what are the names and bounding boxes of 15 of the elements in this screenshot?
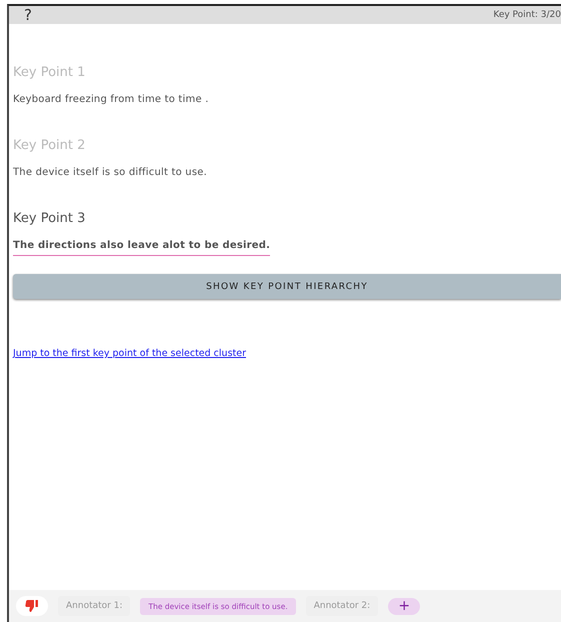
help-icon[interactable]: ? xyxy=(24,6,32,24)
key-point-title: Key Point 2 xyxy=(13,138,86,153)
key-point-title: Key Point 1 xyxy=(13,65,86,80)
annotator-label: Annotator 2: xyxy=(306,596,378,616)
show-hierarchy-button[interactable]: SHOW KEY POINT HIERARCHY xyxy=(13,274,561,299)
key-point-text[interactable]: Keyboard freezing from time to time . xyxy=(13,94,209,105)
key-point-counter: Key Point: 3/20 xyxy=(493,10,561,20)
key-point-text[interactable]: The device itself is so difficult to use. xyxy=(13,167,207,178)
thumbs-down-icon xyxy=(25,600,39,612)
key-point-text[interactable]: The directions also leave alot to be desired. xyxy=(13,240,270,256)
annotator-label: Annotator 1: xyxy=(58,596,130,616)
key-point-title: Key Point 3 xyxy=(13,211,86,226)
thumbs-down-button[interactable] xyxy=(16,596,48,616)
jump-link[interactable]: Jump to the first key point of the selected cluster xyxy=(13,348,246,359)
add-button[interactable]: + xyxy=(388,598,420,614)
